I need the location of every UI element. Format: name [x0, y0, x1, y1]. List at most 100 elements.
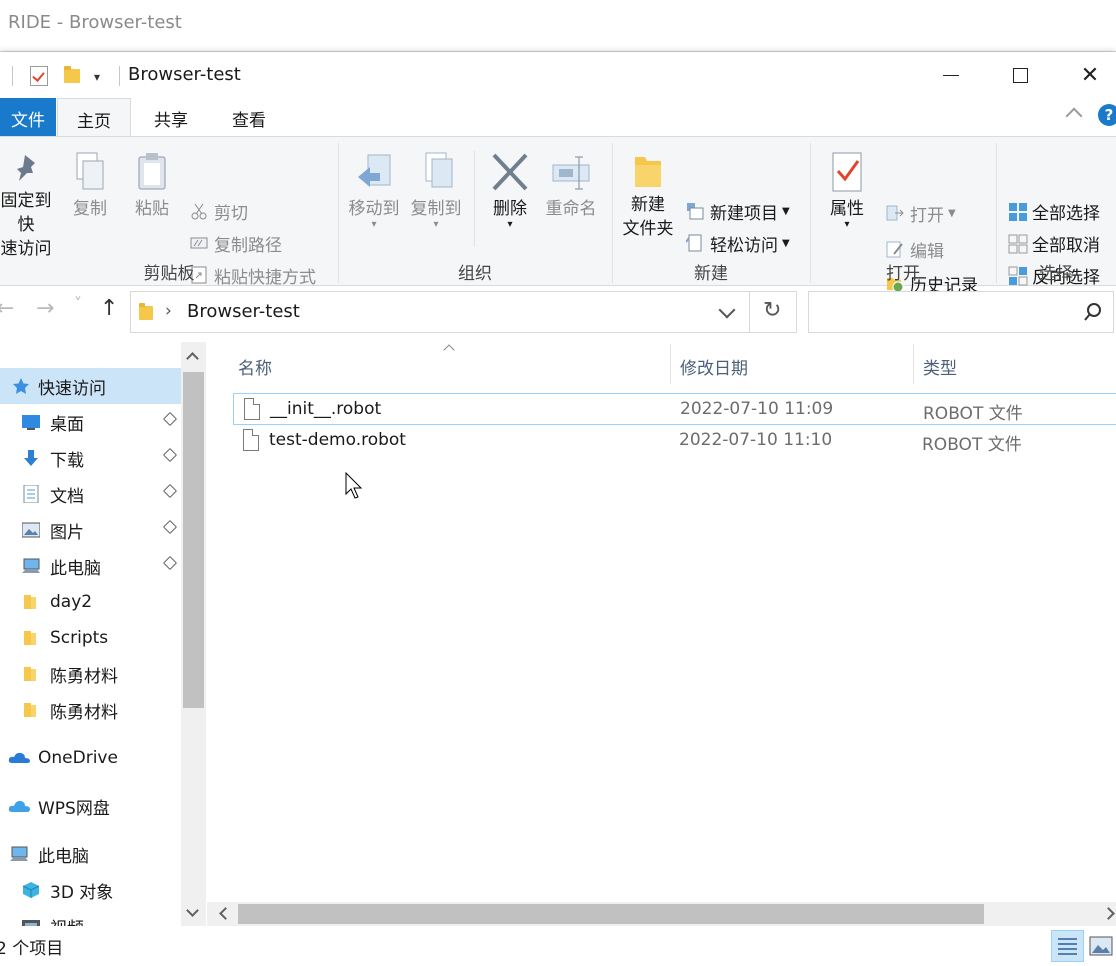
address-history-dropdown-icon[interactable] [718, 301, 736, 319]
details-view-button[interactable] [1051, 930, 1084, 962]
search-input[interactable] [815, 300, 1065, 324]
search-box[interactable] [808, 291, 1114, 333]
sort-ascending-icon [443, 342, 455, 356]
sidebar-item-wps[interactable]: WPS网盘 [0, 788, 181, 824]
paste-icon [135, 151, 169, 193]
paste-label: 粘贴 [135, 199, 169, 219]
copy-path-button[interactable]: 复制路径 [190, 229, 282, 257]
sidebar-item-scripts[interactable]: Scripts [0, 620, 181, 656]
sidebar-item-this-pc-pinned[interactable]: 此电脑 [0, 548, 181, 584]
folder-icon [22, 665, 40, 683]
separator [12, 66, 13, 86]
tab-home[interactable]: 主页 [57, 98, 131, 137]
minimize-button[interactable] [928, 52, 974, 98]
tab-share[interactable]: 共享 [140, 98, 202, 136]
scrollbar-thumb[interactable] [183, 372, 204, 708]
sidebar-item-label: 下载 [50, 450, 84, 471]
sidebar-item-folder[interactable]: 陈勇材料 [0, 692, 181, 728]
paste-button[interactable]: 粘贴 [128, 151, 176, 221]
sidebar-item-videos[interactable]: 视频 [0, 908, 181, 926]
column-header-type[interactable]: 类型 [923, 354, 957, 379]
scroll-down-icon[interactable] [186, 904, 199, 917]
pin-to-quick-access-button[interactable]: 固定到快 速访问 [0, 151, 58, 261]
column-divider[interactable] [670, 344, 671, 384]
sidebar-item-pictures[interactable]: 图片 [0, 512, 181, 548]
tab-file[interactable]: 文件 [0, 98, 56, 136]
scroll-right-icon[interactable] [1102, 907, 1115, 920]
file-row[interactable]: __init__.robot 2022-07-10 11:09 ROBOT 文件 [233, 393, 1116, 425]
open-button[interactable]: 打开 ▼ [886, 199, 956, 227]
delete-button[interactable]: 删除 ▾ [482, 151, 538, 230]
copy-button[interactable]: 复制 [66, 151, 114, 221]
scroll-up-icon[interactable] [186, 352, 199, 365]
properties-icon [830, 151, 864, 193]
pin-icon[interactable] [162, 447, 178, 463]
customize-quick-access-dropdown[interactable]: ▾ [94, 70, 100, 84]
pin-icon[interactable] [162, 411, 178, 427]
file-name: test-demo.robot [269, 430, 406, 450]
sidebar-scrollbar[interactable] [181, 342, 206, 926]
collapse-ribbon-icon[interactable] [1065, 107, 1083, 125]
scissors-icon [190, 202, 208, 220]
move-to-button[interactable]: 移动到 ▾ [344, 151, 404, 230]
properties-quick-icon[interactable] [30, 66, 48, 86]
forward-button[interactable]: → [36, 296, 54, 321]
pictures-icon [21, 521, 41, 539]
organize-group-label: 组织 [458, 264, 492, 284]
sidebar-item-onedrive[interactable]: OneDrive [0, 740, 181, 776]
easy-access-button[interactable]: 轻松访问 ▼ [685, 229, 790, 257]
rename-button[interactable]: 重命名 [540, 151, 602, 221]
select-none-button[interactable]: 全部取消 [1008, 229, 1100, 257]
maximize-button[interactable] [997, 52, 1043, 98]
column-divider[interactable] [913, 344, 914, 384]
help-icon[interactable]: ? [1098, 104, 1116, 126]
ribbon: 固定到快 速访问 复制 粘贴 剪切 复制路径 粘贴快捷方式 剪贴板 移动到 ▾ … [0, 136, 1116, 296]
file-row[interactable]: test-demo.robot 2022-07-10 11:10 ROBOT 文… [233, 425, 1116, 457]
sidebar-item-folder[interactable]: 陈勇材料 [0, 656, 181, 692]
back-button[interactable]: ← [0, 296, 14, 321]
pin-icon[interactable] [162, 555, 178, 571]
select-all-button[interactable]: 全部选择 [1008, 197, 1100, 225]
sidebar-item-downloads[interactable]: 下载 [0, 440, 181, 476]
details-view-icon [1058, 938, 1077, 955]
column-header-date[interactable]: 修改日期 [680, 354, 748, 379]
new-folder-quick-icon[interactable] [64, 66, 80, 83]
new-folder-button[interactable]: 新建 文件夹 [616, 151, 680, 241]
breadcrumb-browser-test[interactable]: Browser-test [187, 301, 300, 322]
sidebar-item-3d-objects[interactable]: 3D 对象 [0, 872, 181, 908]
background-window-title: RIDE - Browser-test [8, 12, 182, 33]
sidebar-item-this-pc[interactable]: 此电脑 [0, 836, 181, 872]
sidebar-item-day2[interactable]: day2 [0, 584, 181, 620]
file-date: 2022-07-10 11:09 [680, 399, 834, 419]
copy-to-label: 复制到 [410, 199, 462, 219]
address-bar[interactable]: › Browser-test ↻ [130, 291, 797, 333]
ribbon-tabs: 文件 主页 共享 查看 ? [0, 98, 1116, 137]
close-button[interactable]: ✕ [1067, 52, 1113, 98]
scrollbar-thumb[interactable] [238, 904, 984, 924]
new-item-button[interactable]: 新建项目 ▼ [686, 197, 790, 225]
large-icons-view-button[interactable] [1088, 932, 1116, 960]
sidebar-item-quick-access[interactable]: 快速访问 [0, 368, 181, 404]
dropdown-arrow-icon: ▼ [782, 237, 790, 249]
tab-view[interactable]: 查看 [218, 98, 280, 136]
dropdown-arrow-icon: ▾ [844, 219, 850, 230]
recent-locations-button[interactable]: ˅ [74, 294, 82, 313]
cut-button[interactable]: 剪切 [190, 197, 248, 225]
sidebar-item-label: 3D 对象 [50, 882, 114, 903]
column-header-name[interactable]: 名称 [238, 354, 272, 379]
pin-icon[interactable] [162, 519, 178, 535]
sidebar-item-desktop[interactable]: 桌面 [0, 404, 181, 440]
sidebar-item-documents[interactable]: 文档 [0, 476, 181, 512]
search-icon[interactable] [1083, 302, 1103, 326]
cut-label: 剪切 [214, 203, 248, 224]
horizontal-scrollbar[interactable] [207, 902, 1116, 926]
navigation-pane: 快速访问 桌面 下载 文档 图片 此电脑 day2 Scripts 陈勇材料 陈 [0, 342, 181, 926]
pin-icon[interactable] [162, 483, 178, 499]
copy-to-button[interactable]: 复制到 ▾ [406, 151, 466, 230]
scroll-left-icon[interactable] [219, 907, 232, 920]
properties-button[interactable]: 属性 ▾ [820, 151, 874, 230]
select-group-label: 选择 [1039, 264, 1073, 284]
refresh-button[interactable]: ↻ [763, 298, 781, 323]
up-button[interactable]: ↑ [100, 296, 118, 321]
sidebar-item-label: 桌面 [50, 414, 84, 435]
